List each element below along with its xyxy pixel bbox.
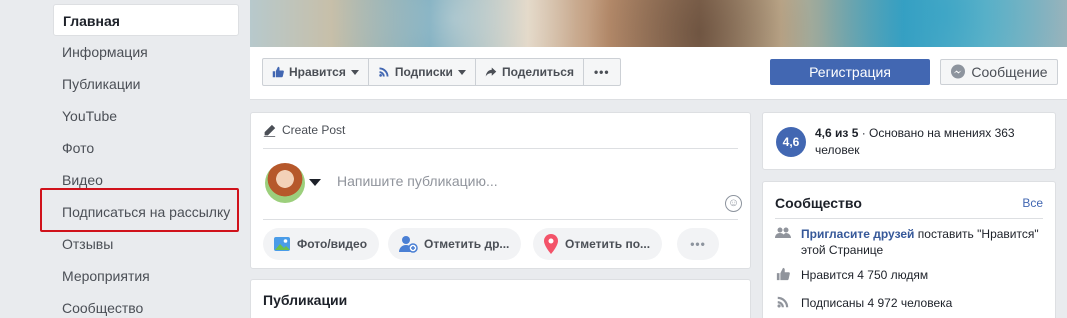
messenger-icon [951,64,966,79]
check-in-button[interactable]: Отметить по... [533,228,663,260]
page-actions-group: Нравится Подписки Поделиться ••• [262,58,621,86]
more-dots-icon: ••• [690,237,706,251]
rss-icon [777,296,789,308]
register-button[interactable]: Регистрация [770,59,930,85]
posts-card: Публикации [250,279,751,318]
more-dots-icon: ••• [593,65,610,79]
rss-icon [379,67,389,77]
share-button[interactable]: Поделиться [476,59,584,85]
photo-video-label: Фото/видео [297,237,368,251]
invite-friends-link[interactable]: Пригласите друзей [801,227,914,241]
tag-people-icon [399,236,418,253]
rating-badge[interactable]: 4,6 [776,127,806,157]
check-in-label: Отметить по... [565,237,651,251]
divider [775,218,1043,219]
pencil-icon [263,124,276,137]
photo-icon [274,237,290,251]
community-card: Сообщество Все Пригласите друзей постави… [762,181,1056,318]
highlight-frame [40,188,239,232]
like-label: Нравится [289,65,346,79]
emoji-icon[interactable]: ☺ [725,195,742,212]
page-nav: Главная Информация Публикации YouTube Фо… [53,4,239,318]
create-post-card: Create Post Напишите публикацию... ☺ Фот… [250,112,751,269]
nav-item-youtube[interactable]: YouTube [53,100,239,132]
followers-count: Подписаны 4 972 человека [801,296,953,310]
rating-score: 4,6 из 5 [815,126,859,140]
follow-label: Подписки [394,65,453,79]
create-post-header[interactable]: Create Post [263,123,345,137]
post-composer-input[interactable]: Напишите публикацию... [337,173,498,189]
nav-item-reviews[interactable]: Отзывы [53,228,239,260]
nav-item-photos[interactable]: Фото [53,132,239,164]
create-post-title: Create Post [282,123,346,137]
nav-item-home[interactable]: Главная [53,4,239,36]
divider [263,148,738,149]
divider [263,219,738,220]
chevron-down-icon [350,69,359,75]
followers-count-row: Подписаны 4 972 человека [775,295,1047,311]
avatar[interactable] [265,163,305,203]
nav-item-posts[interactable]: Публикации [53,68,239,100]
chevron-down-icon [457,69,466,75]
nav-item-info[interactable]: Информация [53,36,239,68]
likes-count-row: Нравится 4 750 людям [775,267,1047,283]
chevron-down-icon[interactable] [309,179,321,186]
likes-count: Нравится 4 750 людям [801,268,929,282]
rating-card: 4,6 4,6 из 5 · Основано на мнениях 363 ч… [762,112,1056,170]
invite-text: Пригласите друзей поставить "Нравится" э… [801,226,1047,258]
more-post-options-button[interactable]: ••• [677,228,719,260]
thumbs-up-icon [272,66,284,78]
photo-video-button[interactable]: Фото/видео [263,228,380,260]
nav-item-events[interactable]: Мероприятия [53,260,239,292]
nav-item-community[interactable]: Сообщество [53,292,239,318]
posts-title: Публикации [263,292,348,308]
community-title: Сообщество [775,195,862,211]
tag-friends-button[interactable]: Отметить др... [388,228,522,260]
tag-friends-label: Отметить др... [424,237,510,251]
message-label: Сообщение [971,64,1048,80]
invite-friends-row: Пригласите друзей поставить "Нравится" э… [775,226,1047,258]
message-button[interactable]: Сообщение [940,59,1058,85]
cover-photo[interactable] [250,0,1067,47]
more-options-button[interactable]: ••• [584,59,620,85]
rating-summary: 4,6 из 5 · Основано на мнениях 363 челов… [815,125,1047,159]
like-button[interactable]: Нравится [263,59,369,85]
follow-button[interactable]: Подписки [369,59,476,85]
see-all-link[interactable]: Все [1022,196,1043,210]
location-pin-icon [544,234,558,254]
page-action-bar: Нравится Подписки Поделиться ••• Регистр… [250,47,1067,100]
thumbs-up-icon [776,267,790,281]
share-icon [485,67,497,77]
people-icon [775,227,791,238]
share-label: Поделиться [501,65,574,79]
